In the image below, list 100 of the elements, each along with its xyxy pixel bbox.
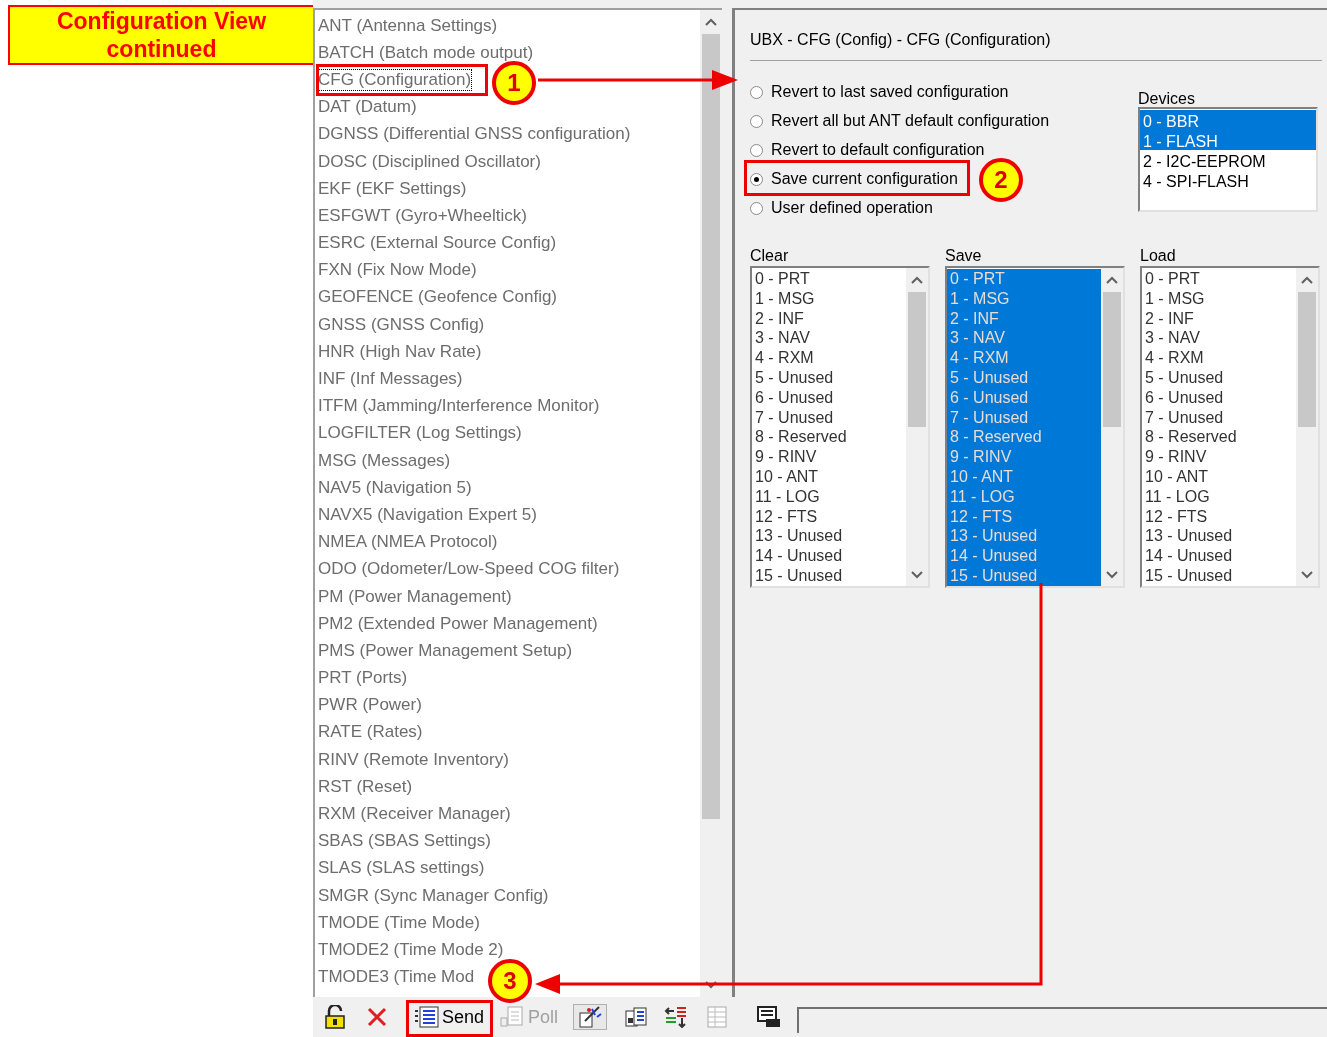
list-item[interactable]: 6 - Unused xyxy=(947,387,1101,408)
list-item[interactable]: 13 - Unused xyxy=(1142,526,1296,547)
list-item[interactable]: 11 - LOG xyxy=(947,486,1101,507)
radio-button[interactable] xyxy=(750,85,763,99)
scrollbar[interactable] xyxy=(906,268,928,586)
scroll-down-icon[interactable] xyxy=(705,981,717,989)
scroll-down-icon[interactable] xyxy=(1301,571,1313,579)
list-item[interactable]: 4 - RXM xyxy=(947,348,1101,368)
list-item[interactable]: 9 - RINV xyxy=(752,447,906,467)
list-item[interactable]: PMS (Power Management Setup) xyxy=(318,640,573,661)
list-item[interactable]: ITFM (Jamming/Interference Monitor) xyxy=(318,396,600,417)
scroll-up-icon[interactable] xyxy=(705,18,717,26)
list-item[interactable]: TMODE3 (Time Mod xyxy=(318,967,475,988)
list-item[interactable]: DOSC (Disciplined Oscillator) xyxy=(318,151,541,172)
list-item[interactable]: 7 - Unused xyxy=(752,407,906,428)
list-item[interactable]: 15 - Unused xyxy=(947,565,1101,586)
radio-option[interactable]: User defined operation xyxy=(750,197,935,219)
list-item[interactable]: NAV5 (Navigation 5) xyxy=(318,477,472,498)
scroll-down-icon[interactable] xyxy=(1106,571,1118,579)
radio-button[interactable] xyxy=(750,143,763,157)
list-item[interactable]: 12 - FTS xyxy=(947,506,1101,527)
list-item[interactable]: LOGFILTER (Log Settings) xyxy=(318,423,522,444)
scroll-up-icon[interactable] xyxy=(911,276,923,284)
radio-option[interactable]: Revert all but ANT default configuration xyxy=(750,110,1052,132)
list-item[interactable]: 1 - MSG xyxy=(947,288,1101,309)
list-item[interactable]: PM2 (Extended Power Management) xyxy=(318,613,598,634)
list-item[interactable]: SBAS (SBAS Settings) xyxy=(318,831,491,852)
list-item[interactable]: 6 - Unused xyxy=(1142,387,1296,408)
list-item[interactable]: ESRC (External Source Config) xyxy=(318,233,557,254)
list-item[interactable]: 9 - RINV xyxy=(947,447,1101,467)
list-item[interactable]: NMEA (NMEA Protocol) xyxy=(318,532,498,553)
list-item[interactable]: 8 - Reserved xyxy=(752,427,906,448)
list-item[interactable]: 14 - Unused xyxy=(1142,546,1296,566)
list-item[interactable]: 3 - NAV xyxy=(947,328,1101,349)
list-item[interactable]: 1 - MSG xyxy=(1142,288,1296,309)
radio-button[interactable] xyxy=(750,172,763,186)
list-item[interactable]: TMODE2 (Time Mode 2) xyxy=(318,939,504,960)
list-item[interactable]: 2 - INF xyxy=(947,308,1101,329)
list-item[interactable]: RINV (Remote Inventory) xyxy=(318,749,509,770)
list-item[interactable]: 15 - Unused xyxy=(752,565,906,586)
list-item[interactable]: RXM (Receiver Manager) xyxy=(318,804,511,825)
list-item[interactable]: 10 - ANT xyxy=(752,466,906,487)
list-item[interactable]: 2 - INF xyxy=(752,308,906,329)
list-item[interactable]: 13 - Unused xyxy=(752,526,906,547)
radio-option[interactable]: Revert to default configuration xyxy=(750,139,987,161)
list-item[interactable]: 4 - RXM xyxy=(1142,348,1296,368)
list-item[interactable]: 12 - FTS xyxy=(1142,506,1296,527)
list-item[interactable]: 15 - Unused xyxy=(1142,565,1296,586)
list-item[interactable]: PRT (Ports) xyxy=(318,668,408,689)
list-item[interactable]: NAVX5 (Navigation Expert 5) xyxy=(318,504,537,525)
list-item[interactable]: RATE (Rates) xyxy=(318,722,423,743)
list-item[interactable]: EKF (EKF Settings) xyxy=(318,178,467,199)
list-item[interactable]: ANT (Antenna Settings) xyxy=(318,15,498,36)
list-item[interactable]: 14 - Unused xyxy=(752,546,906,566)
list-item[interactable]: 9 - RINV xyxy=(1142,447,1296,467)
list-item[interactable]: TMODE (Time Mode) xyxy=(318,912,480,933)
list-item[interactable]: ODO (Odometer/Low-Speed COG filter) xyxy=(318,559,620,580)
scroll-down-icon[interactable] xyxy=(911,571,923,579)
list-item[interactable]: 0 - PRT xyxy=(1142,269,1296,289)
radio-option[interactable]: Revert to last saved configuration xyxy=(750,81,1011,103)
list-item[interactable]: 0 - BBR xyxy=(1140,110,1316,130)
send-button[interactable]: Send xyxy=(411,1004,488,1030)
list-item[interactable]: 13 - Unused xyxy=(947,526,1101,547)
scrollbar[interactable] xyxy=(1101,268,1123,586)
list-item[interactable]: DAT (Datum) xyxy=(318,97,417,118)
list-item[interactable]: MSG (Messages) xyxy=(318,450,451,471)
list-item[interactable]: 12 - FTS xyxy=(752,506,906,527)
list-item[interactable]: 10 - ANT xyxy=(947,466,1101,487)
list-item[interactable]: 5 - Unused xyxy=(947,368,1101,388)
list-item[interactable]: 1 - MSG xyxy=(752,288,906,309)
list-item[interactable]: SLAS (SLAS settings) xyxy=(318,858,485,879)
list-item[interactable]: 5 - Unused xyxy=(1142,368,1296,388)
list-item[interactable]: CFG (Configuration) xyxy=(318,69,472,90)
list-item[interactable]: PM (Power Management) xyxy=(318,586,512,607)
list-item[interactable]: HNR (High Nav Rate) xyxy=(318,341,482,362)
radio-button[interactable] xyxy=(750,114,763,128)
scrollbar[interactable] xyxy=(1296,268,1318,586)
scroll-up-icon[interactable] xyxy=(1301,276,1313,284)
list-item[interactable]: 0 - PRT xyxy=(752,269,906,289)
list-item[interactable]: 0 - PRT xyxy=(947,269,1101,289)
list-item[interactable]: 4 - RXM xyxy=(752,348,906,368)
list-item[interactable]: 4 - SPI-FLASH xyxy=(1140,170,1316,190)
list-item[interactable]: 11 - LOG xyxy=(1142,486,1296,507)
list-item[interactable]: FXN (Fix Now Mode) xyxy=(318,260,477,281)
list-item[interactable]: GNSS (GNSS Config) xyxy=(318,314,485,335)
list-item[interactable]: RST (Reset) xyxy=(318,776,413,797)
list-item[interactable]: 6 - Unused xyxy=(752,387,906,408)
scroll-up-icon[interactable] xyxy=(1106,276,1118,284)
list-item[interactable]: 14 - Unused xyxy=(947,546,1101,566)
list-item[interactable]: INF (Inf Messages) xyxy=(318,369,463,390)
list-item[interactable]: 2 - INF xyxy=(1142,308,1296,329)
list-item[interactable]: 1 - FLASH xyxy=(1140,130,1316,150)
list-item[interactable]: 7 - Unused xyxy=(947,407,1101,428)
radio-option[interactable]: Save current configuration xyxy=(750,168,960,190)
list-item[interactable]: 11 - LOG xyxy=(752,486,906,507)
list-item[interactable]: 10 - ANT xyxy=(1142,466,1296,487)
list-item[interactable]: BATCH (Batch mode output) xyxy=(318,42,534,63)
list-item[interactable]: GEOFENCE (Geofence Config) xyxy=(318,287,558,308)
list-item[interactable]: ESFGWT (Gyro+Wheeltick) xyxy=(318,205,527,226)
list-item[interactable]: 3 - NAV xyxy=(1142,328,1296,349)
